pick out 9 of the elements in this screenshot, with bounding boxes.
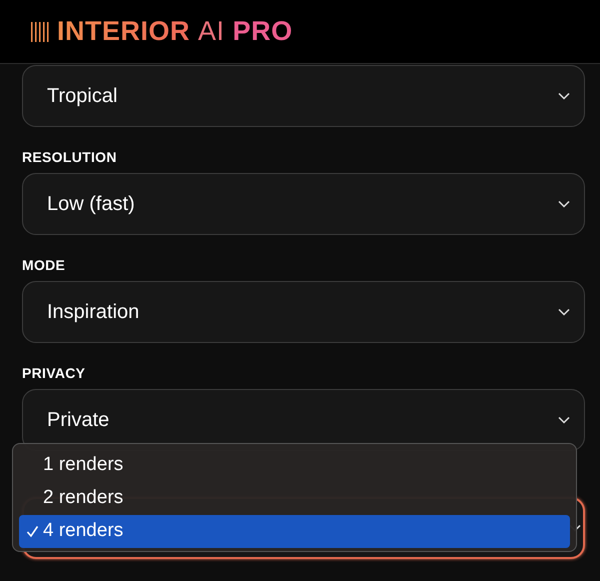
dropdown-option[interactable]: 4 renders (19, 515, 570, 548)
select-field[interactable]: Inspiration (22, 281, 585, 343)
select-field[interactable]: Tropical (22, 65, 585, 127)
select-field[interactable]: Low (fast) (22, 173, 585, 235)
field-label: PRIVACY (22, 364, 86, 383)
field-label: MODE (22, 256, 66, 275)
dropdown-option[interactable]: 2 renders (19, 482, 570, 515)
dropdown-option[interactable]: 1 renders (19, 449, 570, 482)
field-label: RESOLUTION (22, 148, 118, 167)
